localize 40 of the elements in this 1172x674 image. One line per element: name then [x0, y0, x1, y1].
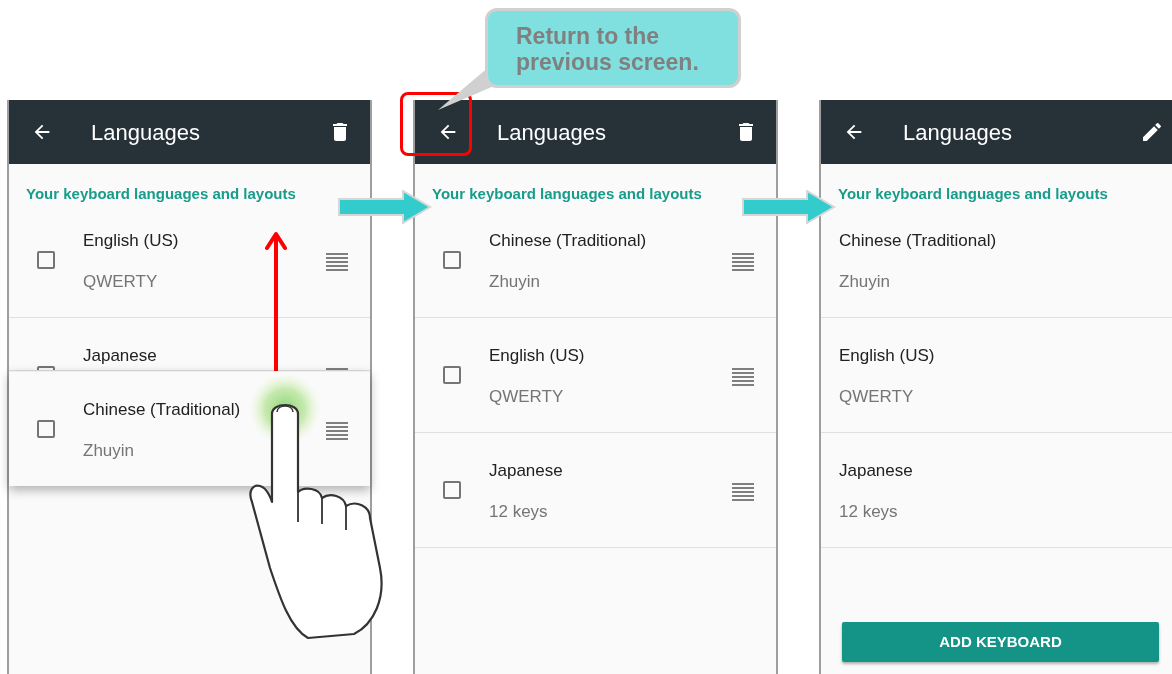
- checkbox[interactable]: [443, 366, 461, 384]
- section-header: Your keyboard languages and layouts: [838, 185, 1109, 203]
- checkbox[interactable]: [37, 251, 55, 269]
- section-header: Your keyboard languages and layouts: [26, 185, 297, 203]
- checkbox[interactable]: [443, 481, 461, 499]
- layout-name: 12 keys: [489, 501, 549, 523]
- section-header: Your keyboard languages and layouts: [432, 185, 703, 203]
- language-name: Japanese: [489, 460, 564, 482]
- callout-text: Return to the previous screen.: [516, 23, 700, 75]
- layout-name: Zhuyin: [839, 271, 892, 293]
- layout-name: QWERTY: [83, 271, 159, 293]
- layout-name: 12 keys: [839, 501, 899, 523]
- checkbox[interactable]: [443, 251, 461, 269]
- drag-handle-icon[interactable]: [732, 253, 754, 271]
- language-list-item[interactable]: English (US) QWERTY: [415, 318, 776, 433]
- drag-handle-icon[interactable]: [326, 422, 348, 440]
- language-name: Japanese: [839, 460, 914, 482]
- language-name: Chinese (Traditional): [83, 399, 242, 421]
- screen-title: Languages: [91, 118, 201, 147]
- language-name: English (US): [489, 345, 586, 367]
- layout-name: Zhuyin: [83, 440, 136, 462]
- pencil-icon[interactable]: [1140, 120, 1164, 144]
- language-name: Japanese: [83, 345, 158, 367]
- drag-handle-icon[interactable]: [732, 483, 754, 501]
- layout-name: QWERTY: [489, 386, 565, 408]
- screen-title: Languages: [497, 118, 607, 147]
- language-name: Chinese (Traditional): [489, 230, 648, 252]
- drag-handle-icon[interactable]: [326, 253, 348, 271]
- language-list-item[interactable]: Japanese 12 keys: [821, 433, 1172, 548]
- language-list-item[interactable]: English (US) QWERTY: [821, 318, 1172, 433]
- checkbox[interactable]: [37, 420, 55, 438]
- language-name: English (US): [839, 345, 936, 367]
- drag-handle-icon[interactable]: [732, 368, 754, 386]
- layout-name: Zhuyin: [489, 271, 542, 293]
- screen-title: Languages: [903, 118, 1013, 147]
- add-keyboard-button[interactable]: ADD KEYBOARD: [842, 622, 1159, 662]
- layout-name: QWERTY: [839, 386, 915, 408]
- language-name: English (US): [83, 230, 180, 252]
- language-list-item[interactable]: Japanese 12 keys: [415, 433, 776, 548]
- language-name: Chinese (Traditional): [839, 230, 998, 252]
